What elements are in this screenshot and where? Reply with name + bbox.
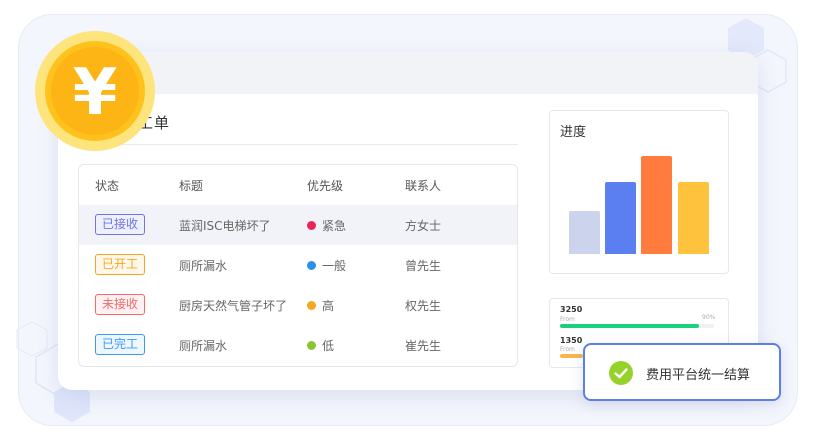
yuan-symbol: ¥ bbox=[73, 56, 118, 130]
check-circle-icon bbox=[609, 361, 633, 385]
work-order-table: 状态 标题 优先级 联系人 已接收 蓝润ISC电梯坏了 紧急 方女士 已开工 厕… bbox=[78, 164, 518, 367]
table-header: 状态 标题 优先级 联系人 bbox=[79, 165, 517, 205]
settlement-toast[interactable]: 费用平台统一结算 bbox=[583, 343, 781, 401]
priority-dot-icon bbox=[307, 261, 316, 270]
row-contact: 崔先生 bbox=[405, 339, 442, 353]
row-title: 蓝润ISC电梯坏了 bbox=[179, 219, 271, 233]
priority-label: 一般 bbox=[322, 259, 347, 273]
row-contact: 方女士 bbox=[405, 219, 442, 233]
toast-message: 费用平台统一结算 bbox=[646, 368, 751, 383]
priority-label: 低 bbox=[322, 339, 335, 353]
status-badge: 已接收 bbox=[95, 214, 146, 235]
priority-dot-icon bbox=[307, 301, 316, 310]
stat-value: 1350 bbox=[560, 336, 583, 345]
row-title: 厕所漏水 bbox=[179, 339, 228, 353]
work-order-card: 工单 状态 标题 优先级 联系人 已接收 蓝润ISC电梯坏了 紧急 方女士 已开… bbox=[58, 52, 758, 390]
row-priority: 紧急 bbox=[307, 217, 346, 234]
card-top-bar bbox=[58, 52, 758, 94]
table-row[interactable]: 已完工 厕所漏水 低 崔先生 bbox=[79, 325, 517, 365]
row-contact: 权先生 bbox=[405, 299, 442, 313]
header-priority: 优先级 bbox=[307, 179, 344, 193]
progress-bar bbox=[641, 155, 672, 254]
row-contact: 曾先生 bbox=[405, 259, 442, 273]
row-priority: 一般 bbox=[307, 257, 346, 274]
stat-from-label: From bbox=[560, 346, 575, 353]
progress-bar bbox=[569, 211, 600, 254]
status-badge: 未接收 bbox=[95, 294, 146, 315]
priority-label: 高 bbox=[322, 299, 335, 313]
priority-label: 紧急 bbox=[322, 219, 347, 233]
stat-progress-track bbox=[560, 324, 714, 328]
priority-dot-icon bbox=[307, 341, 316, 350]
row-priority: 低 bbox=[307, 337, 334, 354]
table-row[interactable]: 已开工 厕所漏水 一般 曾先生 bbox=[79, 245, 517, 285]
stat-progress-fill bbox=[560, 324, 699, 328]
row-title: 厨房天然气管子坏了 bbox=[179, 299, 288, 313]
header-title: 标题 bbox=[179, 179, 204, 193]
status-badge: 已开工 bbox=[95, 254, 146, 275]
header-contact: 联系人 bbox=[405, 179, 442, 193]
hexagon-outline-decoration bbox=[16, 321, 48, 357]
stat-from-label: From bbox=[560, 316, 575, 323]
priority-dot-icon bbox=[307, 221, 316, 230]
header-status: 状态 bbox=[95, 179, 120, 193]
progress-bar bbox=[678, 181, 709, 254]
status-badge: 已完工 bbox=[95, 334, 146, 355]
row-priority: 高 bbox=[307, 297, 334, 314]
stat-percent: 90% bbox=[702, 314, 716, 321]
table-row[interactable]: 已接收 蓝润ISC电梯坏了 紧急 方女士 bbox=[79, 205, 517, 245]
progress-card: 进度 bbox=[549, 110, 729, 274]
progress-bar bbox=[605, 181, 636, 254]
row-title: 厕所漏水 bbox=[179, 259, 228, 273]
yuan-coin-icon: ¥ bbox=[35, 31, 155, 151]
stat-value: 3250 bbox=[560, 305, 583, 314]
stat-progress-fill bbox=[560, 354, 584, 358]
table-row[interactable]: 未接收 厨房天然气管子坏了 高 权先生 bbox=[79, 285, 517, 325]
progress-title: 进度 bbox=[560, 125, 587, 140]
